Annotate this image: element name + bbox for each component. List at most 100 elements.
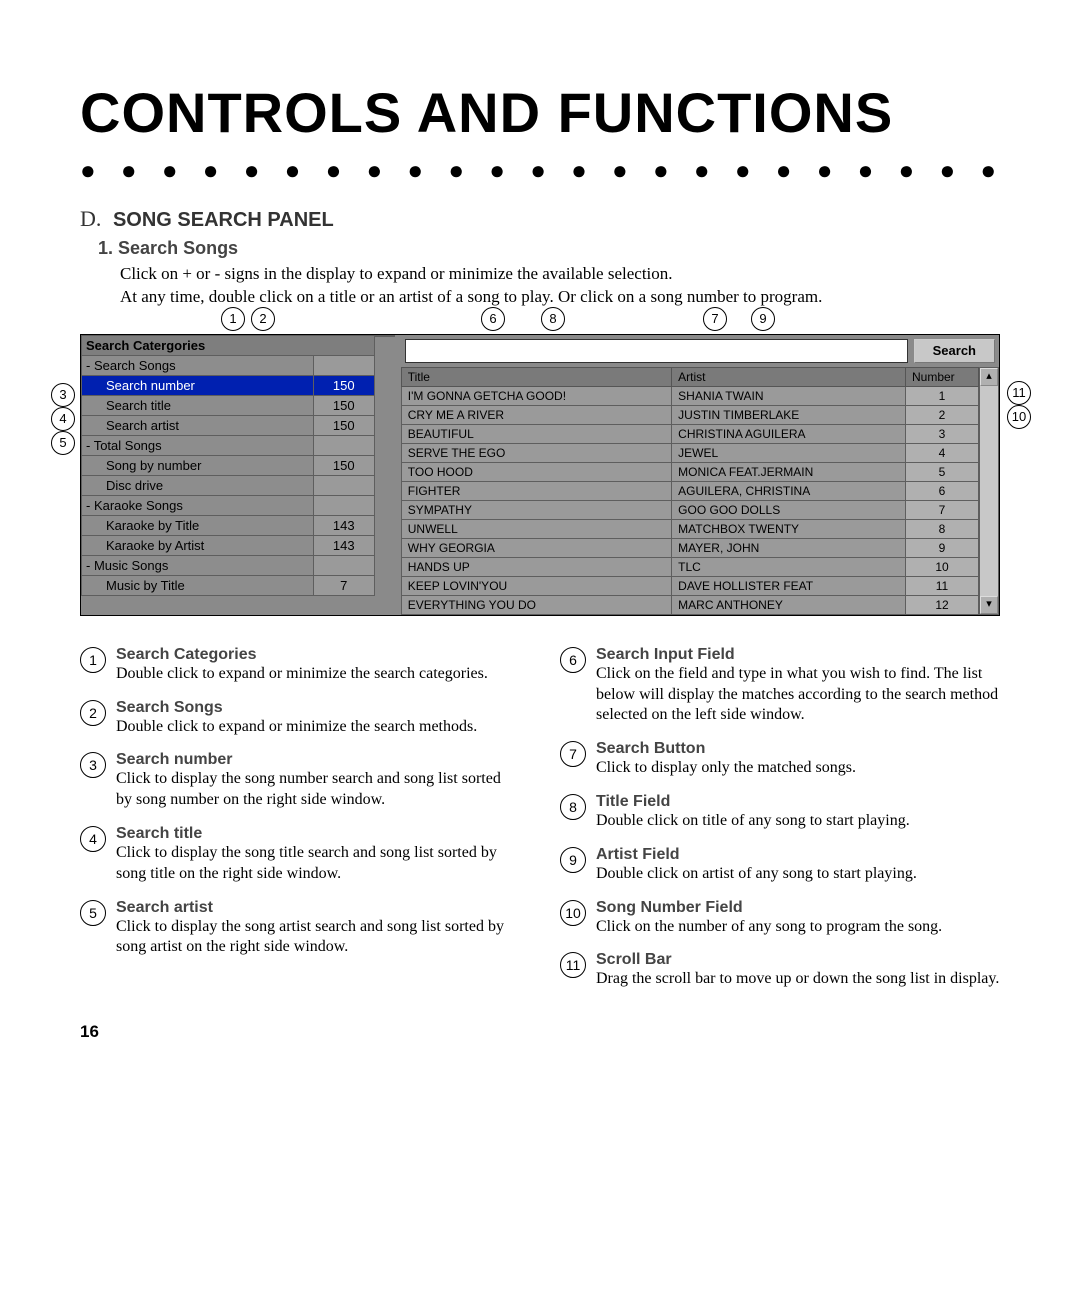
callout-9: 9 [751,307,775,331]
tree-item[interactable]: Search title [82,395,314,415]
definition-text: Click to display the song artist search … [116,917,520,959]
definition-heading: Search Input Field [596,646,1000,664]
table-row[interactable]: SERVE THE EGOJEWEL4 [401,443,978,462]
number-cell[interactable]: 4 [906,443,979,462]
table-row[interactable]: SYMPATHYGOO GOO DOLLS7 [401,500,978,519]
artist-cell[interactable]: MAYER, JOHN [672,538,906,557]
results-scrollbar[interactable]: ▴ ▾ [979,367,999,615]
page-title: CONTROLS AND FUNCTIONS [80,80,1000,145]
definition-heading: Title Field [596,793,1000,811]
table-row[interactable]: EVERYTHING YOU DOMARC ANTHONEY12 [401,595,978,614]
tree-panel: Search Catergories - Search SongsSearch … [81,335,375,596]
tree-item[interactable]: - Total Songs [82,435,314,455]
table-row[interactable]: HANDS UPTLC10 [401,557,978,576]
section-letter: D. [80,206,101,231]
tree-item[interactable]: Search artist [82,415,314,435]
number-cell[interactable]: 8 [906,519,979,538]
definition-heading: Scroll Bar [596,951,1000,969]
definition-text: Drag the scroll bar to move up or down t… [596,969,1000,990]
definition-entry: 10Song Number FieldClick on the number o… [560,899,1000,938]
definition-number: 2 [80,700,106,726]
table-row[interactable]: KEEP LOVIN'YOUDAVE HOLLISTER FEAT11 [401,576,978,595]
tree-item-count: 150 [313,375,374,395]
artist-cell[interactable]: MONICA FEAT.JERMAIN [672,462,906,481]
definition-entry: 1Search CategoriesDouble click to expand… [80,646,520,685]
tree-item[interactable]: Song by number [82,455,314,475]
definition-heading: Search number [116,751,520,769]
subsection-heading: 1. Search Songs [98,238,1000,259]
artist-cell[interactable]: JUSTIN TIMBERLAKE [672,405,906,424]
artist-cell[interactable]: AGUILERA, CHRISTINA [672,481,906,500]
callout-10: 10 [1007,405,1031,429]
number-cell[interactable]: 1 [906,386,979,405]
callout-1: 1 [221,307,245,331]
table-row[interactable]: FIGHTERAGUILERA, CHRISTINA6 [401,481,978,500]
title-cell[interactable]: FIGHTER [401,481,671,500]
definition-number: 7 [560,741,586,767]
number-cell[interactable]: 5 [906,462,979,481]
tree-item[interactable]: Karaoke by Title [82,515,314,535]
title-cell[interactable]: I'M GONNA GETCHA GOOD! [401,386,671,405]
title-cell[interactable]: SERVE THE EGO [401,443,671,462]
col-artist[interactable]: Artist [672,367,906,386]
number-cell[interactable]: 2 [906,405,979,424]
table-row[interactable]: TOO HOODMONICA FEAT.JERMAIN5 [401,462,978,481]
col-title[interactable]: Title [401,367,671,386]
title-cell[interactable]: SYMPATHY [401,500,671,519]
title-cell[interactable]: EVERYTHING YOU DO [401,595,671,614]
col-number[interactable]: Number [906,367,979,386]
definition-text: Double click to expand or minimize the s… [116,717,520,738]
number-cell[interactable]: 12 [906,595,979,614]
artist-cell[interactable]: DAVE HOLLISTER FEAT [672,576,906,595]
artist-cell[interactable]: JEWEL [672,443,906,462]
tree-item[interactable]: Disc drive [82,475,314,495]
number-cell[interactable]: 9 [906,538,979,557]
title-cell[interactable]: KEEP LOVIN'YOU [401,576,671,595]
artist-cell[interactable]: SHANIA TWAIN [672,386,906,405]
search-input[interactable] [405,339,908,363]
table-row[interactable]: BEAUTIFULCHRISTINA AGUILERA3 [401,424,978,443]
artist-cell[interactable]: MATCHBOX TWENTY [672,519,906,538]
tree-item-count [313,355,374,375]
tree-item[interactable]: Karaoke by Artist [82,535,314,555]
tree-header[interactable]: Search Catergories [82,335,375,355]
definition-number: 3 [80,752,106,778]
table-row[interactable]: CRY ME A RIVERJUSTIN TIMBERLAKE2 [401,405,978,424]
number-cell[interactable]: 7 [906,500,979,519]
callout-8: 8 [541,307,565,331]
table-row[interactable]: WHY GEORGIAMAYER, JOHN9 [401,538,978,557]
definition-text: Double click on title of any song to sta… [596,811,1000,832]
artist-cell[interactable]: TLC [672,557,906,576]
tree-item[interactable]: - Search Songs [82,355,314,375]
table-row[interactable]: UNWELLMATCHBOX TWENTY8 [401,519,978,538]
artist-cell[interactable]: MARC ANTHONEY [672,595,906,614]
title-cell[interactable]: UNWELL [401,519,671,538]
number-cell[interactable]: 3 [906,424,979,443]
definition-number: 1 [80,647,106,673]
screenshot-panel: 1 2 3 4 5 6 7 8 9 10 11 Search Catergori… [80,334,1000,616]
table-row[interactable]: I'M GONNA GETCHA GOOD!SHANIA TWAIN1 [401,386,978,405]
definition-entry: 5Search artistClick to display the song … [80,899,520,959]
intro-text: Click on + or - signs in the display to … [120,263,1000,309]
tree-item[interactable]: - Music Songs [82,555,314,575]
definition-heading: Search Categories [116,646,520,664]
title-cell[interactable]: BEAUTIFUL [401,424,671,443]
title-cell[interactable]: HANDS UP [401,557,671,576]
scroll-up-icon[interactable]: ▴ [980,368,998,386]
artist-cell[interactable]: CHRISTINA AGUILERA [672,424,906,443]
tree-item[interactable]: - Karaoke Songs [82,495,314,515]
tree-scrollbar[interactable] [375,335,395,337]
callout-3: 3 [51,383,75,407]
search-button[interactable]: Search [914,339,995,363]
scroll-down-icon[interactable]: ▾ [980,596,998,614]
title-cell[interactable]: CRY ME A RIVER [401,405,671,424]
callout-11: 11 [1007,381,1031,405]
tree-item[interactable]: Music by Title [82,575,314,595]
title-cell[interactable]: TOO HOOD [401,462,671,481]
number-cell[interactable]: 11 [906,576,979,595]
number-cell[interactable]: 6 [906,481,979,500]
tree-item[interactable]: Search number [82,375,314,395]
number-cell[interactable]: 10 [906,557,979,576]
artist-cell[interactable]: GOO GOO DOLLS [672,500,906,519]
title-cell[interactable]: WHY GEORGIA [401,538,671,557]
